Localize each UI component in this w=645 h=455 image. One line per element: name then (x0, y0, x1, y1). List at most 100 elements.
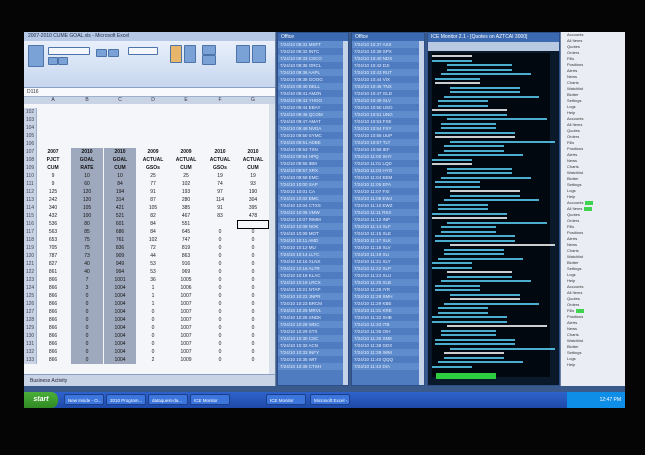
cell[interactable]: 787 (37, 252, 69, 260)
cell[interactable]: 91 (137, 188, 169, 196)
cell[interactable]: 72 (137, 244, 169, 252)
list-item[interactable]: 7/24/10 10:47 GLD (352, 90, 424, 97)
list-item[interactable]: 7/24/10 10:00 SAP (278, 181, 348, 188)
cell[interactable]: 1004 (104, 332, 136, 340)
cell[interactable]: 863 (170, 252, 202, 260)
cell[interactable]: 190 (237, 188, 269, 196)
cell[interactable]: 645 (170, 228, 202, 236)
list-item[interactable]: 7/24/10 11:10 EWZ (352, 202, 424, 209)
cell[interactable]: 102 (137, 236, 169, 244)
cell[interactable]: CUM (37, 164, 69, 172)
cell[interactable]: 0 (237, 228, 269, 236)
align-center-button[interactable] (108, 49, 119, 57)
cell[interactable]: 969 (170, 268, 202, 276)
list-item[interactable]: 7/24/10 10:56 UUP (352, 132, 424, 139)
cell[interactable]: 2010 (104, 148, 136, 156)
cell[interactable]: 82 (137, 212, 169, 220)
cell[interactable]: 0 (137, 308, 169, 316)
list-item[interactable]: 7/24/10 10:39 SPX (352, 48, 424, 55)
cell[interactable]: GSOs (204, 164, 236, 172)
cell[interactable]: 84 (137, 220, 169, 228)
list-item[interactable]: 7/24/10 10:51 UNG (352, 111, 424, 118)
bold-button[interactable] (48, 57, 58, 65)
cell[interactable]: 44 (137, 252, 169, 260)
row-number[interactable]: 120 (24, 252, 37, 260)
row-number[interactable]: 109 (24, 164, 37, 172)
cell[interactable] (204, 220, 236, 228)
cell[interactable]: ACTUAL (237, 156, 269, 164)
cell[interactable]: 85 (71, 228, 103, 236)
list-item[interactable]: 7/24/10 11:12 INP (352, 216, 424, 223)
cell[interactable]: 551 (170, 220, 202, 228)
list-item[interactable]: 7/24/10 09:57 XRX (278, 167, 348, 174)
cell[interactable]: 1007 (170, 348, 202, 356)
list-item[interactable]: 7/24/10 10:01 CA (278, 188, 348, 195)
cell[interactable]: 0 (71, 324, 103, 332)
taskbar-button[interactable]: ICE Monitor (266, 394, 306, 405)
cell[interactable]: 0 (204, 276, 236, 284)
cell[interactable]: 53 (137, 260, 169, 268)
cell[interactable]: 60 (71, 180, 103, 188)
insert-button[interactable] (202, 45, 216, 55)
cell[interactable]: 193 (170, 188, 202, 196)
cell[interactable]: 0 (237, 316, 269, 324)
row-number[interactable]: 123 (24, 276, 37, 284)
cell[interactable]: 1004 (104, 300, 136, 308)
cell[interactable]: 467 (170, 212, 202, 220)
list-item[interactable]: 7/24/10 11:08 EWJ (352, 195, 424, 202)
cell[interactable]: 395 (237, 204, 269, 212)
list-item[interactable]: 7/24/10 10:30 CSC (278, 335, 348, 342)
cell[interactable]: 0 (237, 252, 269, 260)
cell[interactable]: 19 (204, 172, 236, 180)
cell[interactable]: 0 (204, 252, 236, 260)
list-window-1-scrollbar[interactable] (343, 41, 348, 385)
cell[interactable]: 0 (237, 356, 269, 364)
list-item[interactable]: 7/24/10 10:49 SLV (352, 97, 424, 104)
taskbar-button[interactable]: Microsoft Excel -... (310, 394, 350, 405)
cell[interactable]: 0 (71, 300, 103, 308)
list-item[interactable]: 7/24/10 10:36 CTSH (278, 363, 348, 370)
list-item[interactable]: 7/24/10 11:28 SMH (352, 293, 424, 300)
cell[interactable]: 0 (137, 316, 169, 324)
cell[interactable]: 7 (71, 276, 103, 284)
list-item[interactable]: 7/24/10 11:04 EEM (352, 174, 424, 181)
cell[interactable]: 0 (204, 308, 236, 316)
cell[interactable]: 120 (71, 196, 103, 204)
row-number[interactable]: 117 (24, 228, 37, 236)
cell[interactable]: 0 (237, 284, 269, 292)
cell[interactable]: 1004 (104, 348, 136, 356)
cell[interactable]: 77 (137, 180, 169, 188)
row-number[interactable]: 131 (24, 340, 37, 348)
cell[interactable]: 0 (71, 356, 103, 364)
list-item[interactable]: 7/24/10 11:14 XLF (352, 223, 424, 230)
cell[interactable]: 2010 (71, 148, 103, 156)
cell[interactable]: 0 (137, 348, 169, 356)
list-item[interactable]: 7/24/10 10:35 WIT (278, 356, 348, 363)
list-item[interactable]: 7/24/10 09:40 DELL (278, 83, 348, 90)
formula-bar[interactable]: D116 (24, 88, 275, 97)
cell[interactable]: 0 (204, 244, 236, 252)
taskbar-button[interactable]: dataquest-da... (148, 394, 188, 405)
cell[interactable]: 836 (104, 244, 136, 252)
list-item[interactable]: 7/24/10 10:07 RIMM (278, 216, 348, 223)
cell[interactable]: 0 (204, 268, 236, 276)
cell[interactable]: 1009 (170, 356, 202, 364)
cell[interactable]: 0 (237, 300, 269, 308)
list-item[interactable]: 7/24/10 11:35 OIH (352, 328, 424, 335)
cell[interactable]: 949 (104, 260, 136, 268)
cell[interactable]: 36 (137, 276, 169, 284)
row-number[interactable]: 127 (24, 308, 37, 316)
cell[interactable]: 0 (237, 332, 269, 340)
list-item[interactable]: 7/24/10 11:24 XLU (352, 272, 424, 279)
list-item[interactable]: 7/24/10 09:33 CSCO (278, 55, 348, 62)
cell[interactable]: 1 (137, 284, 169, 292)
font-box[interactable] (48, 47, 90, 55)
cell[interactable]: 2010 (204, 148, 236, 156)
cell[interactable]: 102 (170, 180, 202, 188)
cell[interactable]: 478 (237, 212, 269, 220)
list-item[interactable]: 7/24/10 09:44 EBAY (278, 104, 348, 111)
list-item[interactable]: 7/24/10 09:38 GOOG (278, 76, 348, 83)
cell[interactable]: 866 (37, 316, 69, 324)
list-window-2-title[interactable]: Office (352, 33, 424, 41)
cell[interactable]: 563 (37, 228, 69, 236)
